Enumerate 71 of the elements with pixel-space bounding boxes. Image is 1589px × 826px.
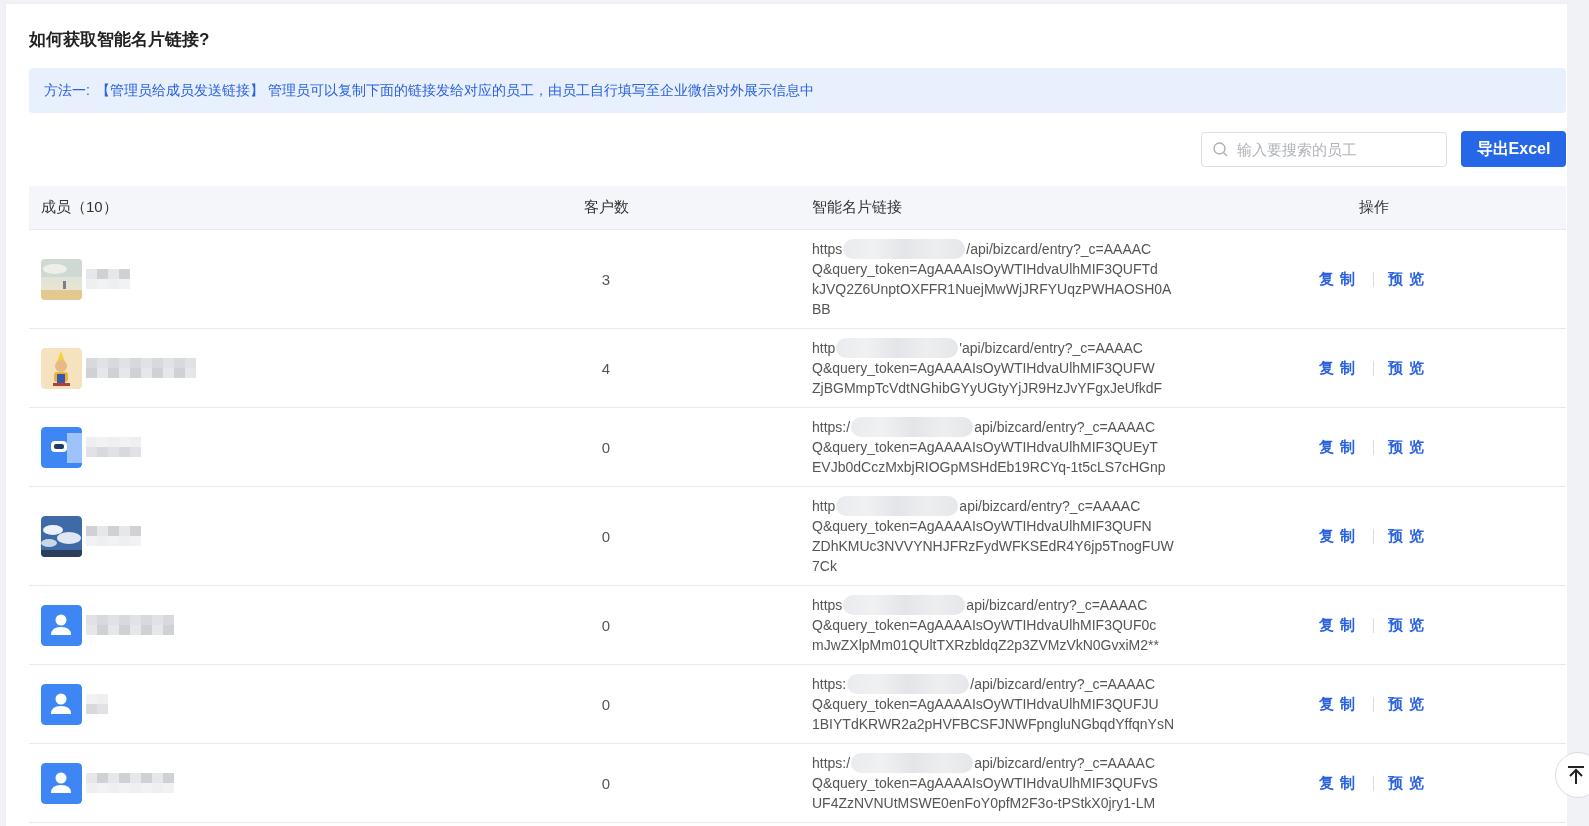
link-text: /api/bizcard/entry?_c=AAAAC [970,675,1156,694]
copy-link[interactable]: 复制 [1318,773,1361,793]
preview-link[interactable]: 预览 [1387,269,1430,289]
link-text: BB [812,300,831,319]
link-text: Q&query_token=AgAAAAIsOyWTIHdvaUlhMIF3QUEyT [812,438,1158,457]
preview-link[interactable]: 预览 [1387,615,1430,635]
search-icon [1213,141,1228,157]
customer-count: 0 [601,438,611,456]
preview-link[interactable]: 预览 [1387,437,1430,457]
link-text: https:/ [812,418,851,437]
link-text: http [812,497,836,516]
copy-link[interactable]: 复制 [1318,437,1361,457]
notice-highlight: 【管理员给成员发送链接】 [95,81,264,100]
link-text: http [812,339,836,358]
copy-link[interactable]: 复制 [1318,269,1361,289]
link-text: mJwZXlpMm01QUltTXRzbldqZ2p3ZVMzVkN0GvxiM2** [812,636,1159,655]
link-text: 'api/bizcard/entry?_c=AAAAC [959,339,1143,358]
preview-link[interactable]: 预览 [1387,358,1430,378]
copy-link[interactable]: 复制 [1318,526,1361,546]
link-text: Q&query_token=AgAAAAIsOyWTIHdvaUlhMIF3QUFJU [812,695,1159,714]
link-text: ZjBGMmpTcVdtNGhibGYyUGtyYjJR9HzJvYFgxJeUfkdF [812,379,1163,398]
link-text: EVJb0dCczMxbjRIOGpMSHdEb19RCYq-1t5cLS7cHGnp [812,458,1166,477]
notice-label: 方法一: [44,81,90,100]
link-text: https [812,596,843,615]
link-text: api/bizcard/entry?_c=AAAAC [966,596,1148,615]
link-text: https:/ [812,754,851,773]
link-text: 7Ck [812,557,837,576]
link-text: Q&query_token=AgAAAAIsOyWTIHdvaUlhMIF3QUFW [812,359,1155,378]
pixelated-name [86,269,130,289]
column-header: 成员（10） [41,198,118,217]
customer-count: 0 [601,774,611,792]
robot-avatar-icon [41,426,82,468]
page-title: 如何获取智能名片链接? [29,29,211,50]
search-field[interactable]: 输入要搜索的员工 [1201,131,1447,167]
column-header: 客户数 [583,198,629,217]
link-text: Q&query_token=AgAAAAIsOyWTIHdvaUlhMIF3QUFN [812,517,1152,536]
customer-count: 4 [601,359,611,377]
pixelated-name [86,526,141,546]
customer-count: 3 [601,270,611,288]
column-header: 智能名片链接 [812,198,902,215]
link-text: Q&query_token=AgAAAAIsOyWTIHdvaUlhMIF3QUFvS [812,774,1158,793]
preview-link[interactable]: 预览 [1387,694,1430,714]
link-text: api/bizcard/entry?_c=AAAAC [974,754,1156,773]
preview-link[interactable]: 预览 [1387,773,1430,793]
user-avatar-icon [41,683,82,725]
customer-count: 0 [601,527,611,545]
link-text: 1BIYTdKRWR2a2pHVFBCSFJNWFpngluNGbqdYffqnYsN [812,715,1175,734]
link-text: https [812,240,843,259]
link-text: Q&query_token=AgAAAAIsOyWTIHdvaUlhMIF3QUFTd [812,260,1158,279]
notice-text: 管理员可以复制下面的链接发给对应的员工，由员工自行填写至企业微信对外展示信息中 [267,81,814,100]
arrow-up-icon [1566,765,1586,785]
link-text: https: [812,675,847,694]
copy-link[interactable]: 复制 [1318,358,1361,378]
copy-link[interactable]: 复制 [1318,694,1361,714]
pixelated-name [86,437,141,457]
user-avatar-icon [41,762,82,804]
link-text: kJVQ2Z6UnptOXFFR1NuejMwWjJRFYUqzPWHAOSH0A [812,280,1172,299]
customer-count: 0 [601,695,611,713]
link-text: api/bizcard/entry?_c=AAAAC [959,497,1141,516]
user-avatar-icon [41,604,82,646]
link-text: UF4ZzNVNUtMSWE0enFoY0pfM2F3o-tPStkX0jry1-LM [812,794,1156,813]
column-header: 操作 [1359,198,1389,217]
pixelated-name [86,694,108,714]
preview-link[interactable]: 预览 [1387,526,1430,546]
export-button[interactable]: 导出Excel [1461,131,1566,167]
link-text: Q&query_token=AgAAAAIsOyWTIHdvaUlhMIF3QUF0c [812,616,1157,635]
customer-count: 0 [601,616,611,634]
link-text: api/bizcard/entry?_c=AAAAC [974,418,1156,437]
link-text: /api/bizcard/entry?_c=AAAAC [966,240,1152,259]
copy-link[interactable]: 复制 [1318,615,1361,635]
link-text: ZDhKMUc3NVVYNHJFRzFydWFKSEdR4Y6jp5TnogFUW [812,537,1174,556]
